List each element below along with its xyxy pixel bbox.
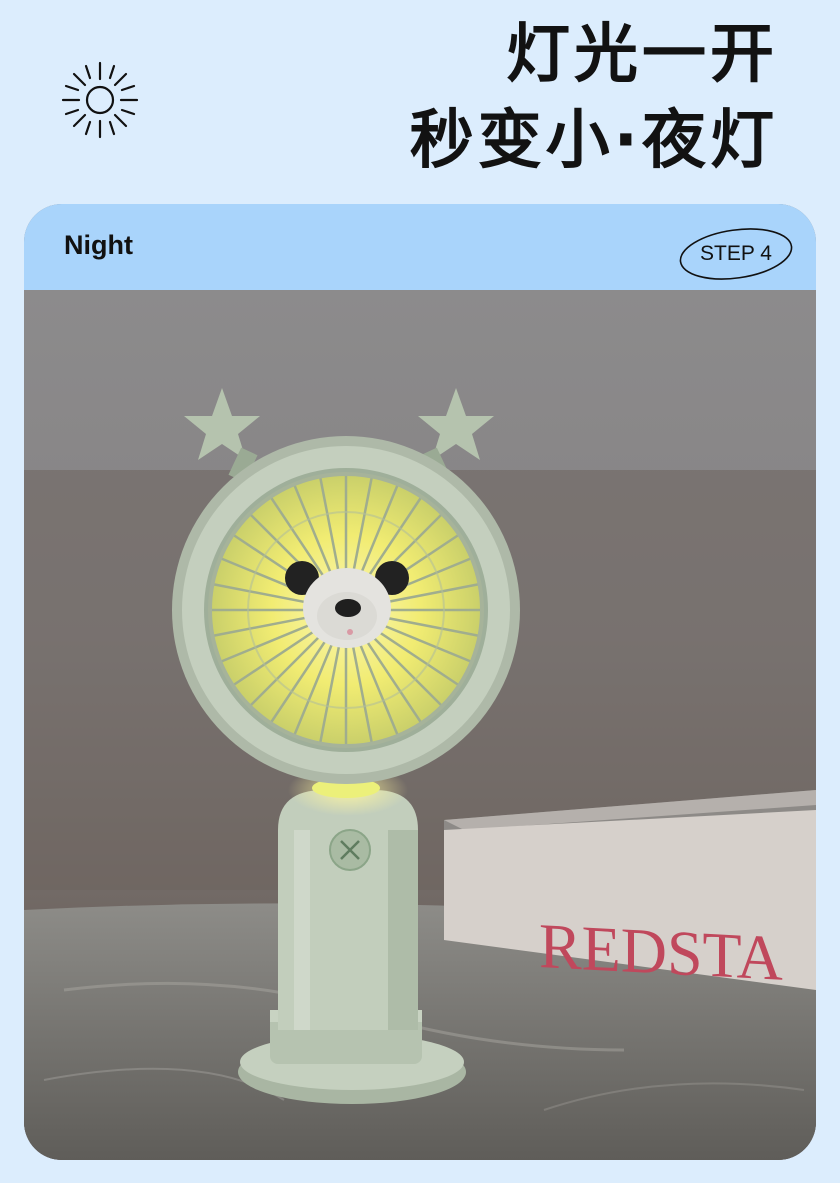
night-card: Night STEP 4 REDSTA	[24, 204, 816, 1160]
sun-icon	[61, 61, 139, 139]
step-badge-label: STEP 4	[700, 242, 772, 265]
step-badge: STEP 4	[678, 226, 794, 282]
headline-line-1: 灯光一开	[506, 18, 778, 92]
book-spine-text: REDSTA	[539, 910, 783, 994]
card-header: Night STEP 4	[24, 204, 816, 290]
headline: 灯光一开 秒变小·夜灯	[410, 12, 778, 184]
fan-handle	[278, 790, 418, 1030]
card-title: Night	[64, 230, 133, 260]
headline-line-2: 秒变小·夜灯	[409, 104, 778, 178]
product-photo: REDSTA	[24, 290, 816, 1160]
